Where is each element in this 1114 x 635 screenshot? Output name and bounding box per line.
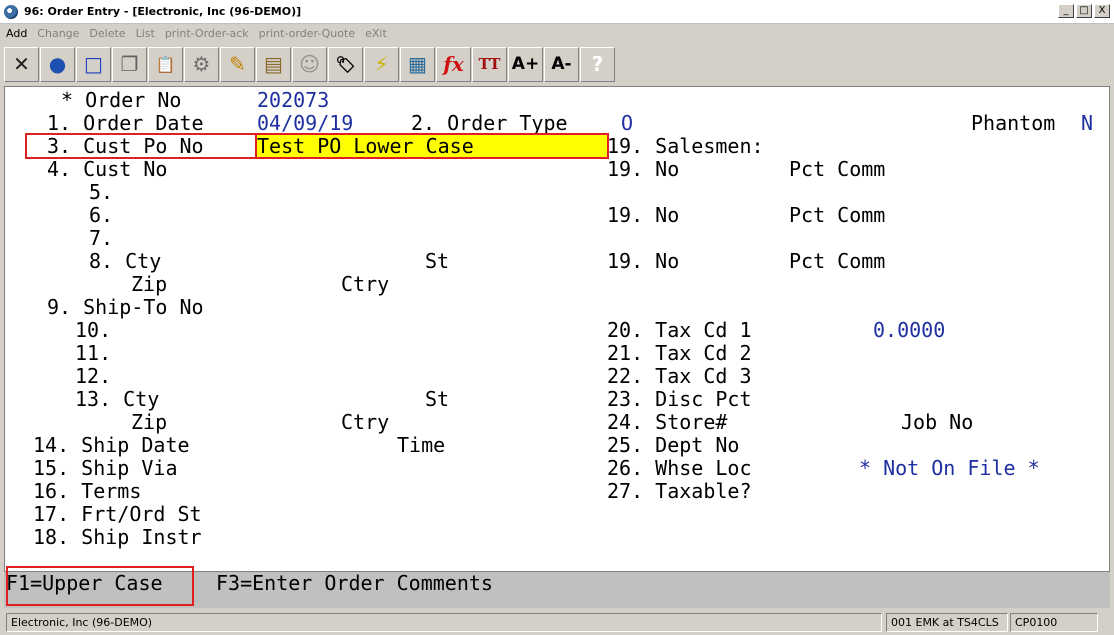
menu-bar: Add Change Delete List print-Order-ack p…: [0, 24, 1114, 42]
tag-icon[interactable]: 🏷: [328, 46, 363, 82]
menu-list[interactable]: List: [136, 27, 155, 40]
salesman-1-no-label: 19. No: [607, 157, 680, 181]
ship-to-no-label: 9. Ship-To No: [47, 295, 204, 319]
notepad-icon[interactable]: ▤: [256, 46, 291, 82]
function-key-bar: F1=Upper Case F3=Enter Order Comments: [4, 566, 1110, 608]
globe-icon[interactable]: ●: [40, 46, 75, 82]
field-7-label: 7.: [89, 226, 114, 250]
status-bar: Electronic, Inc (96-DEMO) 001 EMK at TS4…: [0, 610, 1114, 635]
toolbar: ✕ ● □ ❐ 📋 ⚙ ✎ ▤ ☺ 🏷 ⚡ ▦ fx TT A+ A- ?: [0, 44, 1114, 84]
tax-cd-1-label: 20. Tax Cd 1: [607, 318, 752, 342]
help-icon[interactable]: ?: [580, 46, 615, 82]
tax-cd-3-label: 22. Tax Cd 3: [607, 364, 752, 388]
status-program: CP0100: [1010, 613, 1098, 632]
ship-date-label: 14. Ship Date: [33, 433, 190, 457]
tax-cd-2-label: 21. Tax Cd 2: [607, 341, 752, 365]
order-date-label: 1. Order Date: [47, 111, 204, 135]
ship-instr-label: 18. Ship Instr: [33, 525, 202, 549]
cust-no-label: 4. Cust No: [47, 157, 168, 181]
salesman-2-pct-comm-label: Pct Comm: [789, 203, 886, 227]
phantom-label: Phantom: [971, 111, 1056, 135]
city-label: 8. Cty: [89, 249, 162, 273]
salesman-1-pct-comm-label: Pct Comm: [789, 157, 886, 181]
field-12-label: 12.: [75, 364, 112, 388]
order-no-label: * Order No: [61, 88, 182, 112]
font-increase-icon[interactable]: A+: [508, 46, 543, 82]
paste-icon[interactable]: 📋: [148, 46, 183, 82]
field-5-label: 5.: [89, 180, 114, 204]
menu-print-order-ack[interactable]: print-Order-ack: [165, 27, 249, 40]
menu-delete[interactable]: Delete: [89, 27, 125, 40]
status-session: 001 EMK at TS4CLS: [886, 613, 1008, 632]
field-6-label: 6.: [89, 203, 114, 227]
order-no-value: 202073: [257, 88, 330, 112]
ship-city-label: 13. Cty: [75, 387, 160, 411]
font-size-icon[interactable]: TT: [472, 46, 507, 82]
menu-add[interactable]: Add: [6, 27, 27, 40]
app-globe-icon: [4, 5, 18, 19]
salesmen-label: 19. Salesmen:: [607, 134, 764, 158]
minimize-button[interactable]: _: [1058, 4, 1074, 18]
salesman-2-no-label: 19. No: [607, 203, 680, 227]
state-label: St: [425, 249, 450, 273]
order-date-value[interactable]: 04/09/19: [257, 112, 353, 135]
field-10-label: 10.: [75, 318, 112, 342]
restore-button[interactable]: □: [1076, 4, 1092, 18]
ship-zip-label: Zip: [131, 410, 168, 434]
menu-change[interactable]: Change: [37, 27, 79, 40]
tax-cd-1-value[interactable]: 0.0000: [873, 319, 945, 342]
order-type-label: 2. Order Type: [411, 111, 568, 135]
field-11-label: 11.: [75, 341, 112, 365]
ship-country-label: Ctry: [341, 410, 390, 434]
order-type-value[interactable]: O: [621, 112, 633, 135]
phantom-value[interactable]: N: [1081, 112, 1093, 135]
time-label: Time: [397, 433, 446, 457]
cust-po-label: 3. Cust Po No: [47, 134, 204, 158]
whse-loc-status: * Not On File *: [859, 456, 1040, 480]
order-entry-form: * Order No 202073 1. Order Date 04/09/19…: [4, 86, 1110, 572]
frt-ord-st-label: 17. Frt/Ord St: [33, 502, 202, 526]
window-controls: _ □ X: [1058, 4, 1110, 18]
users-icon[interactable]: ☺: [292, 46, 327, 82]
whse-loc-label: 26. Whse Loc: [607, 456, 752, 480]
country-label: Ctry: [341, 272, 390, 296]
select-box-icon[interactable]: □: [76, 46, 111, 82]
title-bar: 96: Order Entry - [Electronic, Inc (96-D…: [0, 0, 1114, 24]
taxable-label: 27. Taxable?: [607, 479, 752, 503]
font-decrease-icon[interactable]: A-: [544, 46, 579, 82]
dept-no-label: 25. Dept No: [607, 433, 740, 457]
salesman-3-pct-comm-label: Pct Comm: [789, 249, 886, 273]
close-x-icon[interactable]: ✕: [4, 46, 39, 82]
f1-upper-case-key[interactable]: F1=Upper Case: [6, 572, 163, 595]
function-fx-icon[interactable]: fx: [436, 46, 471, 82]
menu-exit[interactable]: eXit: [365, 27, 387, 40]
edit-pencil-icon[interactable]: ✎: [220, 46, 255, 82]
salesman-3-no-label: 19. No: [607, 249, 680, 273]
status-company: Electronic, Inc (96-DEMO): [6, 613, 882, 632]
menu-print-order-quote[interactable]: print-order-Quote: [259, 27, 355, 40]
copy-icon[interactable]: ❐: [112, 46, 147, 82]
terms-label: 16. Terms: [33, 479, 142, 503]
settings-gear-icon[interactable]: ⚙: [184, 46, 219, 82]
store-no-label: 24. Store#: [607, 410, 728, 434]
job-no-label: Job No: [901, 410, 974, 434]
window-title: 96: Order Entry - [Electronic, Inc (96-D…: [24, 5, 302, 18]
ship-state-label: St: [425, 387, 450, 411]
cust-po-input[interactable]: Test PO Lower Case: [257, 135, 474, 158]
calendar-icon[interactable]: ▦: [400, 46, 435, 82]
close-button[interactable]: X: [1094, 4, 1110, 18]
zip-label: Zip: [131, 272, 168, 296]
f3-order-comments-key[interactable]: F3=Enter Order Comments: [216, 572, 493, 595]
disc-pct-label: 23. Disc Pct: [607, 387, 752, 411]
lightning-icon[interactable]: ⚡: [364, 46, 399, 82]
ship-via-label: 15. Ship Via: [33, 456, 178, 480]
